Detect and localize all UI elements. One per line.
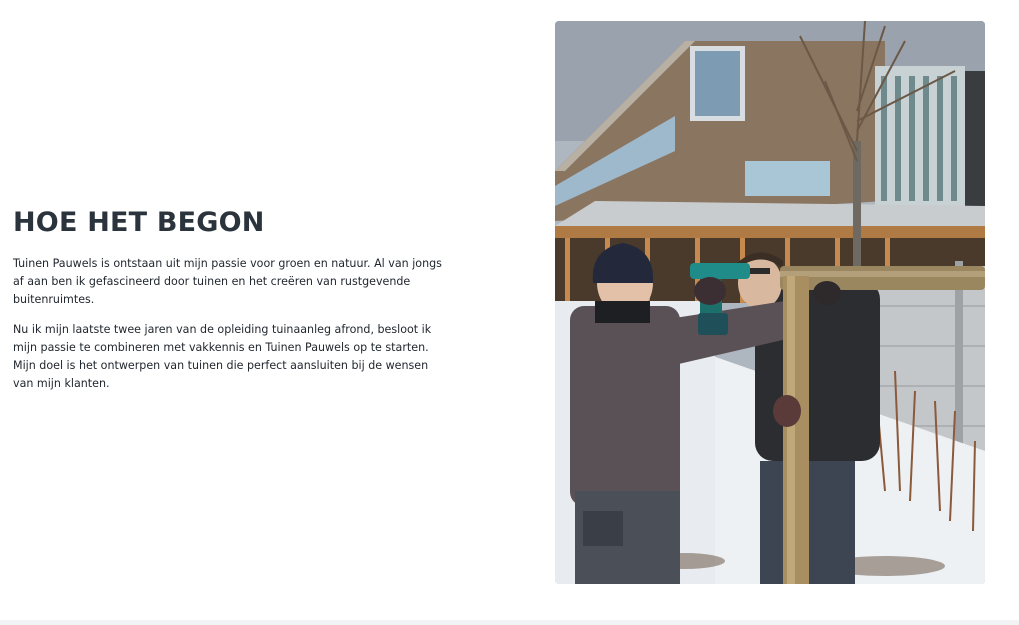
mission-paragraph: Nu ik mijn laatste twee jaren van de opl… bbox=[13, 323, 432, 390]
about-text-block: HOE HET BEGON Tuinen Pauwels is ontstaan… bbox=[13, 205, 443, 405]
intro-paragraph: Tuinen Pauwels is ontstaan uit mijn pass… bbox=[13, 257, 442, 306]
page: HOE HET BEGON Tuinen Pauwels is ontstaan… bbox=[0, 0, 1019, 625]
footer-divider bbox=[0, 620, 1019, 625]
workers-photo bbox=[555, 21, 985, 584]
section-heading: HOE HET BEGON bbox=[13, 207, 265, 238]
